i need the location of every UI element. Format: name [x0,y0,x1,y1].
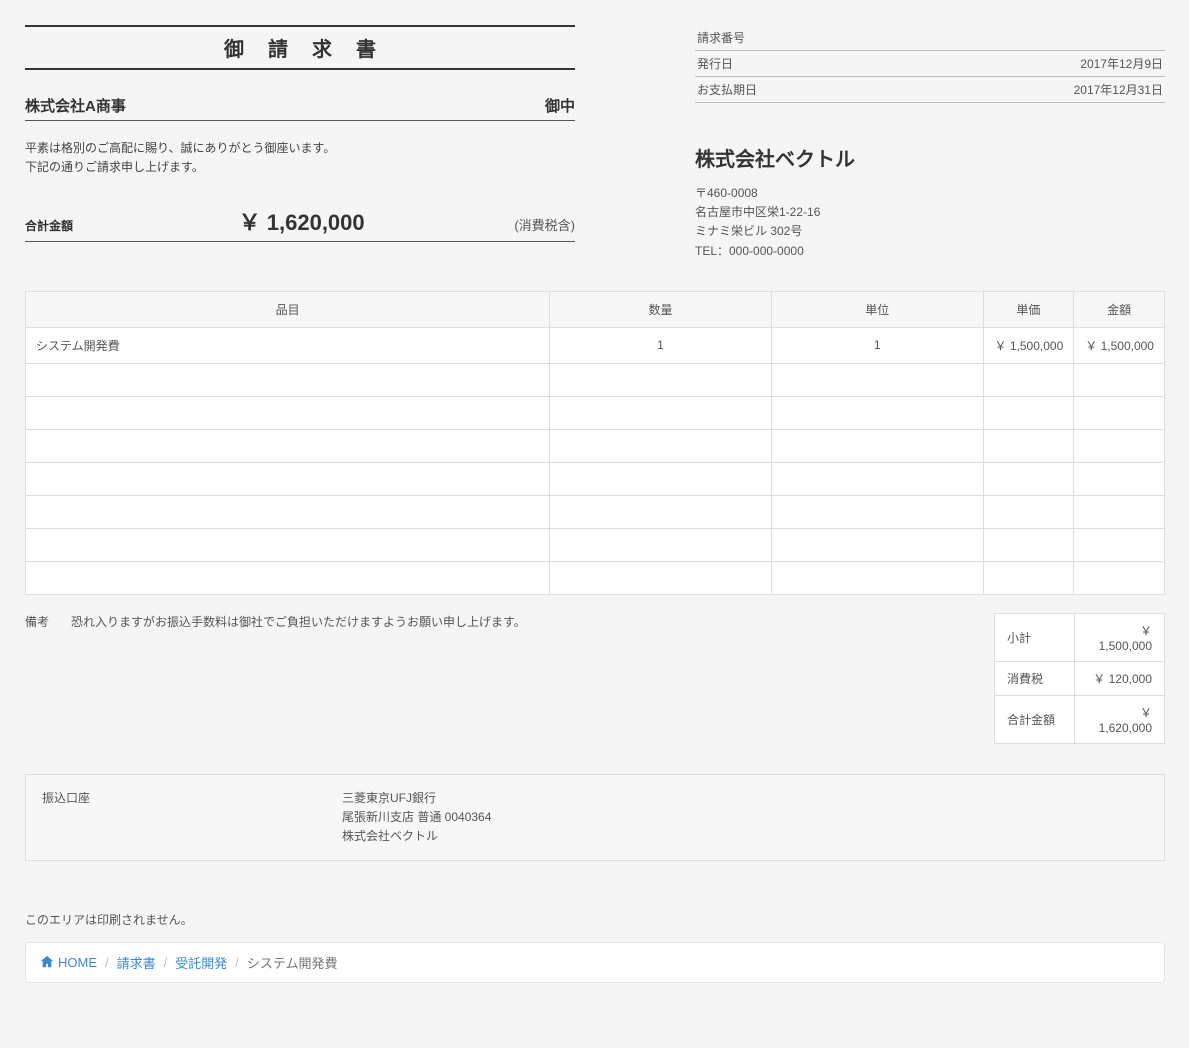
tax-included-note: (消費税含) [514,215,575,234]
grandtotal-label: 合計金額 [995,695,1075,743]
remarks-label: 備考 [25,613,71,744]
table-row [26,495,1165,528]
company-tel: TEL：000-000-0000 [695,242,1165,261]
table-row [26,561,1165,594]
bank-account-box: 振込口座 三菱東京UFJ銀行 尾張新川支店 普通 0040364 株式会社ベクト… [25,774,1165,862]
totals-row: 合計金額 ￥ 1,620,000 [995,695,1165,743]
bank-name: 三菱東京UFJ銀行 [342,789,491,808]
company-address: ミナミ栄ビル 302号 [695,222,1165,241]
col-header-qty: 数量 [550,291,772,327]
col-header-price: 単価 [983,291,1074,327]
table-row [26,363,1165,396]
tax-value: ￥ 120,000 [1075,661,1165,695]
total-label: 合計金額 [25,217,95,234]
meta-label: 請求番号 [695,25,886,51]
col-header-amount: 金額 [1074,291,1165,327]
bank-label: 振込口座 [42,789,342,847]
bank-holder: 株式会社ベクトル [342,827,491,846]
table-row: システム開発費11￥ 1,500,000￥ 1,500,000 [26,327,1165,363]
client-row: 株式会社A商事 御中 [25,95,575,121]
greeting-line: 平素は格別のご高配に賜り、誠にありがとう御座います。 [25,139,575,158]
breadcrumb-link[interactable]: 受託開発 [175,953,227,972]
breadcrumb-separator: / [235,955,239,970]
col-header-unit: 単位 [771,291,983,327]
document-title: 御請求書 [25,25,575,70]
col-header-item: 品目 [26,291,550,327]
line-items-table: 品目 数量 単位 単価 金額 システム開発費11￥ 1,500,000￥ 1,5… [25,291,1165,595]
table-row [26,462,1165,495]
remarks-row: 備考 恐れ入りますがお振込手数料は御社でご負担いただけますようお願い申し上げます… [25,613,526,744]
meta-row: 発行日 2017年12月9日 [695,51,1165,77]
grand-total-row: 合計金額 ￥ 1,620,000 (消費税含) [25,205,575,242]
breadcrumb-link[interactable]: 請求書 [117,953,156,972]
meta-value: 2017年12月31日 [886,77,1165,103]
meta-table: 請求番号 発行日 2017年12月9日 お支払期日 2017年12月31日 [695,25,1165,103]
noprint-note: このエリアは印刷されません。 [25,911,1165,928]
cell-price: ￥ 1,500,000 [983,327,1074,363]
totals-row: 小計 ￥ 1,500,000 [995,613,1165,661]
cell-unit: 1 [771,327,983,363]
cell-qty: 1 [550,327,772,363]
table-row [26,429,1165,462]
subtotal-label: 小計 [995,613,1075,661]
company-postal: 〒460-0008 [695,184,1165,203]
home-icon [40,955,54,969]
remarks-text: 恐れ入りますがお振込手数料は御社でご負担いただけますようお願い申し上げます。 [71,613,526,744]
issuer-company: 株式会社ベクトル 〒460-0008 名古屋市中区栄1-22-16 ミナミ栄ビル… [695,143,1165,261]
client-honorific: 御中 [545,95,575,116]
greeting-text: 平素は格別のご高配に賜り、誠にありがとう御座います。 下記の通りご請求申し上げま… [25,139,575,177]
subtotal-value: ￥ 1,500,000 [1075,613,1165,661]
table-row [26,528,1165,561]
invoice-document: 御請求書 株式会社A商事 御中 平素は格別のご高配に賜り、誠にありがとう御座いま… [25,25,1165,1023]
meta-row: お支払期日 2017年12月31日 [695,77,1165,103]
breadcrumb-separator: / [164,955,168,970]
grandtotal-value: ￥ 1,620,000 [1075,695,1165,743]
breadcrumb: HOME / 請求書 / 受託開発 / システム開発費 [25,942,1165,983]
tax-label: 消費税 [995,661,1075,695]
totals-table: 小計 ￥ 1,500,000 消費税 ￥ 120,000 合計金額 ￥ 1,62… [994,613,1165,744]
breadcrumb-home[interactable]: HOME [40,955,97,970]
totals-row: 消費税 ￥ 120,000 [995,661,1165,695]
noprint-area: このエリアは印刷されません。 HOME / 請求書 / 受託開発 / システム開… [25,911,1165,1023]
meta-value: 2017年12月9日 [886,51,1165,77]
total-amount: ￥ 1,620,000 [95,205,508,237]
bank-branch: 尾張新川支店 普通 0040364 [342,808,491,827]
meta-label: 発行日 [695,51,886,77]
meta-label: お支払期日 [695,77,886,103]
client-name: 株式会社A商事 [25,95,126,116]
cell-amount: ￥ 1,500,000 [1074,327,1165,363]
meta-value [886,25,1165,51]
breadcrumb-current: システム開発費 [247,953,338,972]
greeting-line: 下記の通りご請求申し上げます。 [25,158,575,177]
company-name: 株式会社ベクトル [695,143,1165,172]
breadcrumb-separator: / [105,955,109,970]
cell-item: システム開発費 [26,327,550,363]
company-address: 名古屋市中区栄1-22-16 [695,203,1165,222]
meta-row: 請求番号 [695,25,1165,51]
table-row [26,396,1165,429]
